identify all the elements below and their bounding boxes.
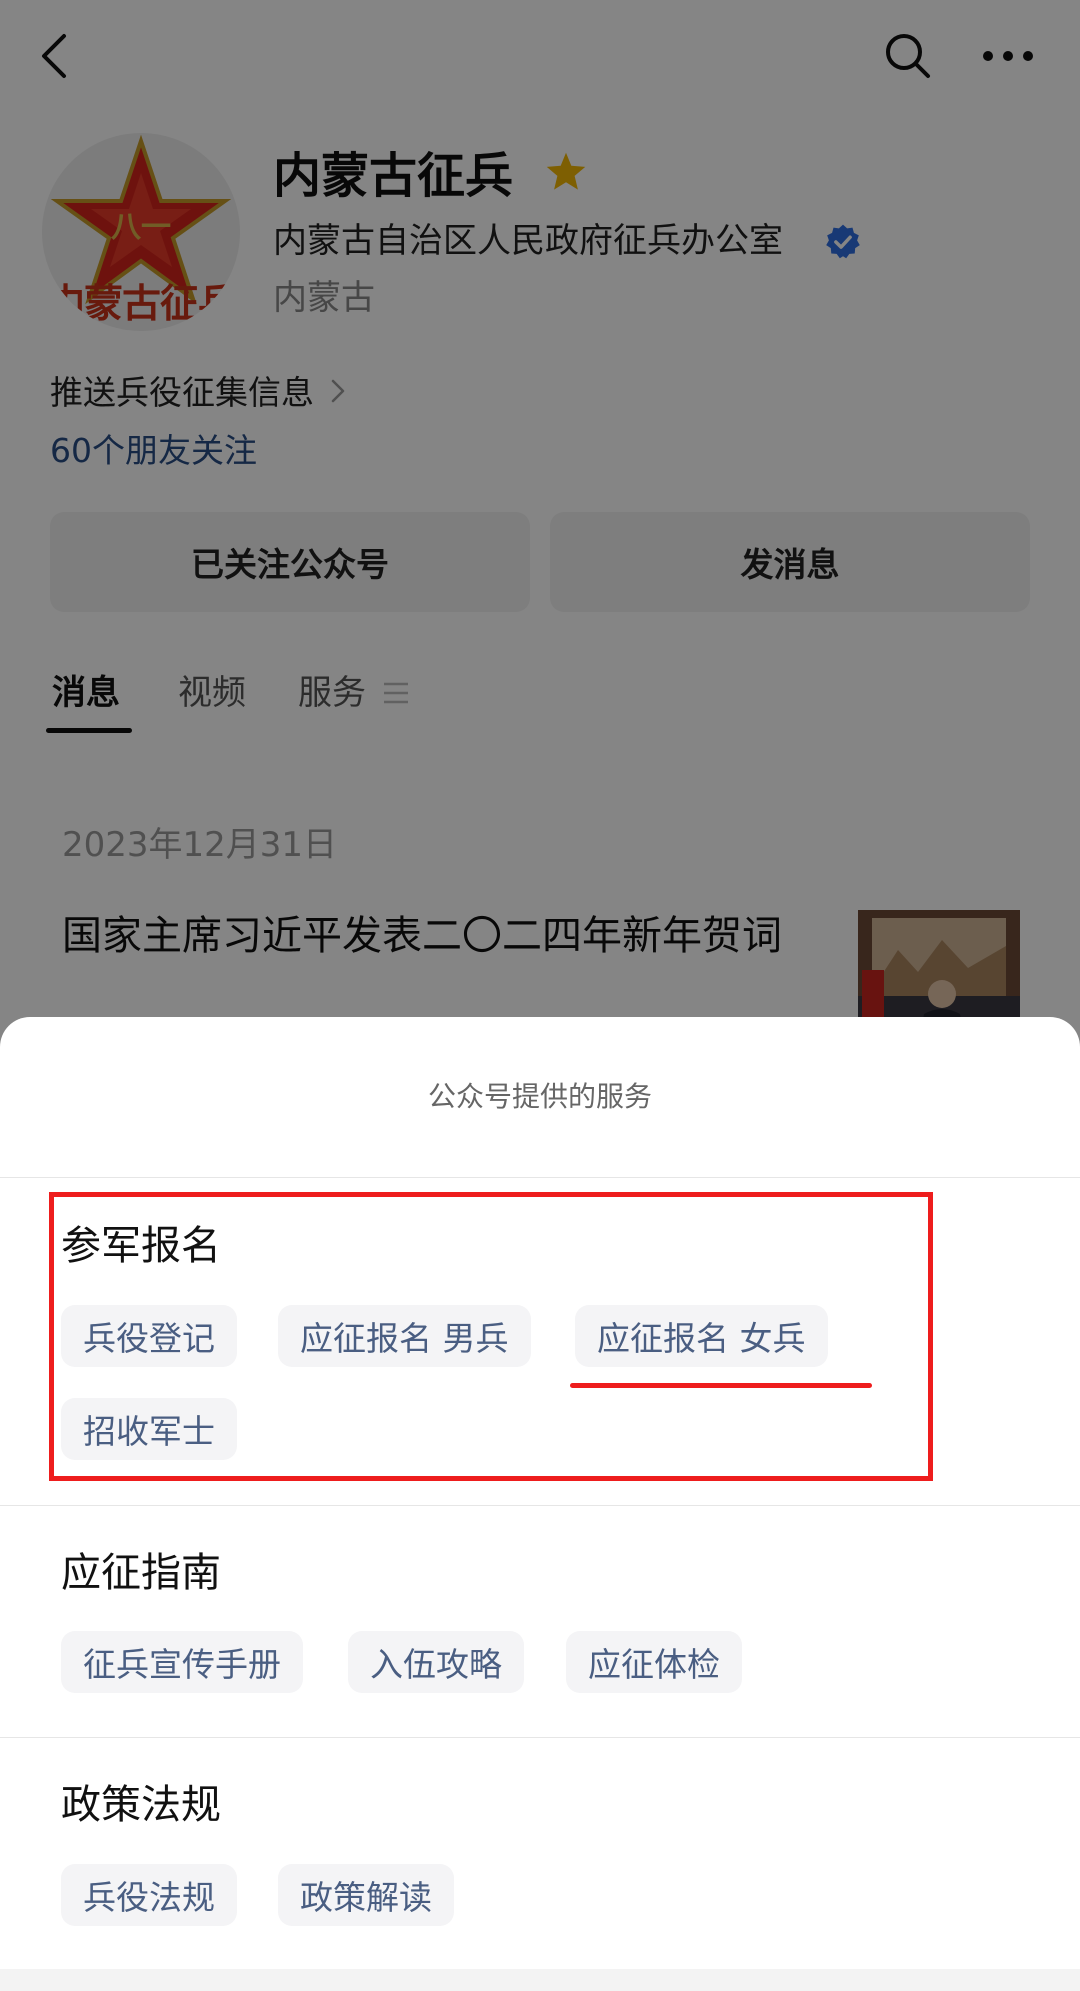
service-chip-enlistment-tips[interactable]: 入伍攻略 [348,1631,524,1693]
service-chip-military-law[interactable]: 兵役法规 [61,1864,237,1926]
sheet-bottom-strip [0,1969,1080,1991]
service-chip-policy-interpretation[interactable]: 政策解读 [278,1864,454,1926]
divider [0,1177,1080,1178]
annotation-underline [570,1383,872,1388]
divider [0,1505,1080,1506]
section-title-policy: 政策法规 [61,1782,221,1828]
section-title-guide: 应征指南 [61,1550,221,1596]
service-chip-physical-exam[interactable]: 应征体检 [566,1631,742,1693]
service-chip-handbook[interactable]: 征兵宣传手册 [61,1631,303,1693]
sheet-title: 公众号提供的服务 [427,1080,652,1113]
divider [0,1737,1080,1738]
services-bottom-sheet: 公众号提供的服务 参军报名 兵役登记 应征报名 男兵 应征报名 女兵 招收军士 … [0,1017,1080,1991]
annotation-highlight-box [49,1192,933,1481]
